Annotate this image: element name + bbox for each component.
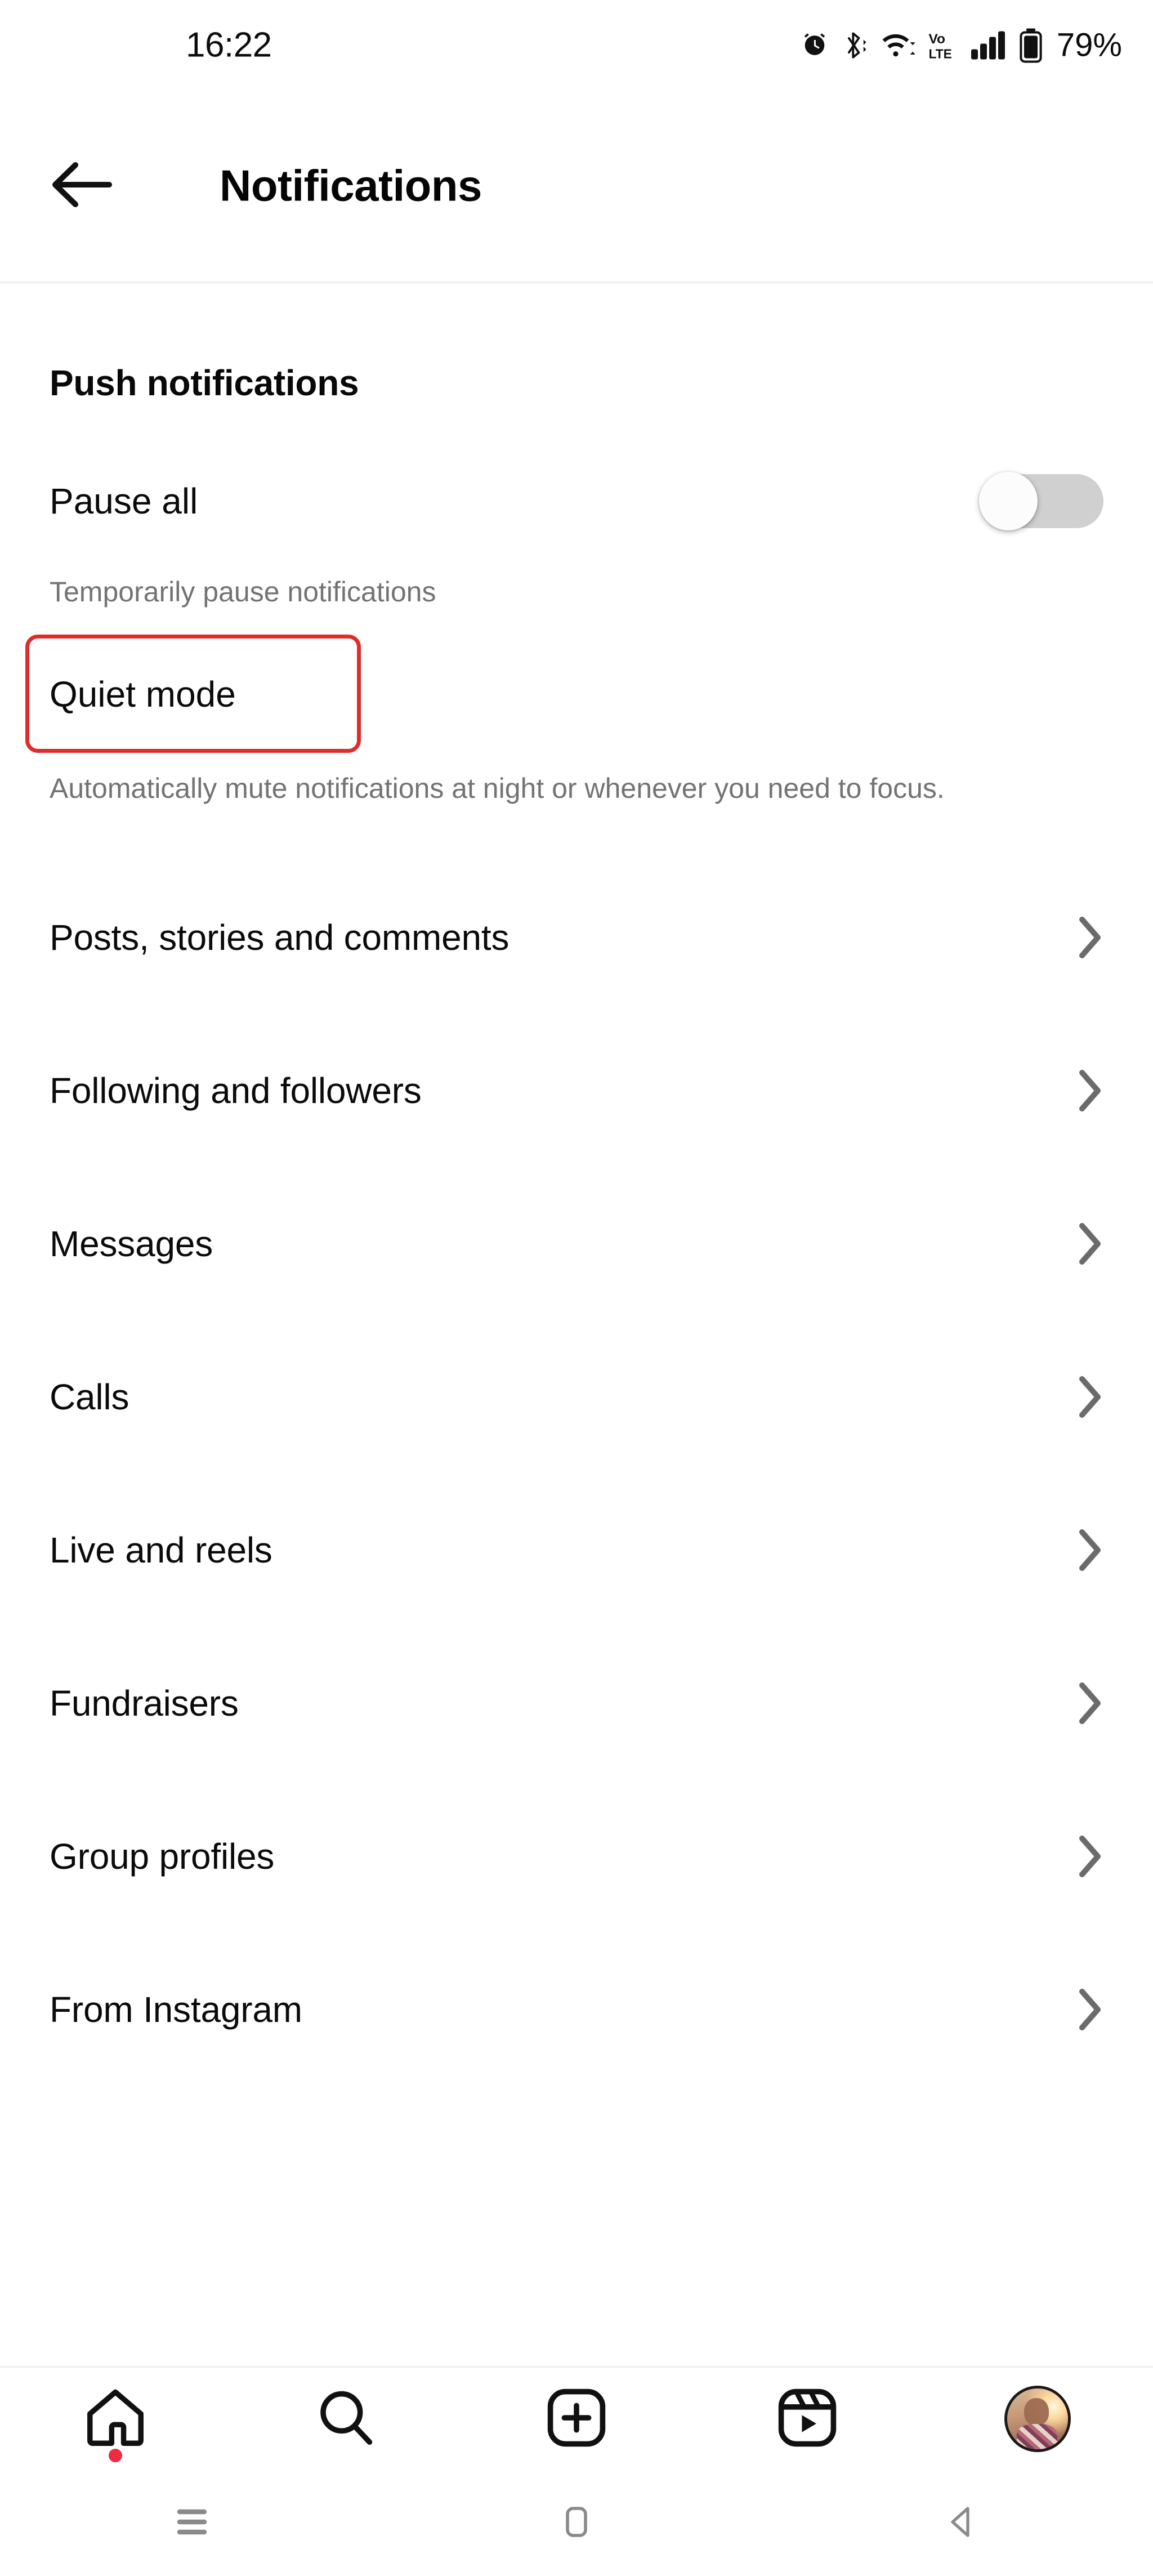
pause-all-row[interactable]: Pause all <box>0 472 1153 530</box>
back-button[interactable] <box>45 149 118 222</box>
list-item-label: Posts, stories and comments <box>50 917 510 958</box>
battery-percent-label: 79% <box>1056 26 1122 64</box>
bottom-navigation-bar <box>0 2368 1153 2470</box>
signal-icon <box>970 30 1007 60</box>
list-item[interactable]: Posts, stories and comments <box>0 861 1153 1014</box>
phone-screen: 16:22 Vo LTE 79% Notifications Push noti… <box>0 0 1153 2576</box>
bottom-nav-profile[interactable] <box>922 2368 1153 2470</box>
avatar <box>1004 2386 1071 2452</box>
pause-all-toggle[interactable] <box>979 472 1103 530</box>
list-item[interactable]: Calls <box>0 1320 1153 1474</box>
list-item[interactable]: Live and reels <box>0 1474 1153 1627</box>
svg-text:LTE: LTE <box>928 46 951 61</box>
page-title: Notifications <box>220 160 482 211</box>
avatar-torso <box>1017 2423 1057 2449</box>
list-item-label: Messages <box>50 1224 213 1264</box>
wifi-icon <box>881 30 915 60</box>
list-item[interactable]: Fundraisers <box>0 1627 1153 1780</box>
list-item[interactable]: Following and followers <box>0 1014 1153 1167</box>
list-item[interactable]: Messages <box>0 1167 1153 1320</box>
bottom-nav-search[interactable] <box>231 2368 462 2470</box>
chevron-right-icon <box>1078 1681 1103 1726</box>
battery-icon <box>1020 28 1042 62</box>
quiet-mode-row[interactable]: Quiet mode <box>50 639 1103 749</box>
list-item-label: Following and followers <box>50 1070 422 1111</box>
quiet-mode-label: Quiet mode <box>50 673 236 715</box>
status-bar-clock: 16:22 <box>186 25 272 65</box>
chevron-right-icon <box>1078 915 1103 960</box>
section-title-push-notifications: Push notifications <box>50 363 359 403</box>
app-header: Notifications <box>0 90 1153 282</box>
sysnav-home-button[interactable] <box>385 2470 769 2576</box>
chevron-right-icon <box>1078 1221 1103 1266</box>
avatar-face <box>1024 2398 1049 2425</box>
pause-all-helper-text: Temporarily pause notifications <box>50 576 436 608</box>
home-square-icon <box>555 2501 598 2546</box>
search-icon <box>314 2386 377 2452</box>
sysnav-back-button[interactable] <box>768 2470 1153 2576</box>
volte-icon: Vo LTE <box>927 29 958 61</box>
reels-icon <box>776 2386 839 2452</box>
list-item-label: Fundraisers <box>50 1683 239 1724</box>
android-system-nav <box>0 2470 1153 2576</box>
home-icon <box>82 2385 149 2454</box>
chevron-right-icon <box>1078 1528 1103 1573</box>
settings-content: Push notifications Pause all Temporarily… <box>0 283 1153 2086</box>
bluetooth-icon <box>842 29 869 61</box>
list-item-label: Group profiles <box>50 1836 275 1877</box>
svg-text:Vo: Vo <box>928 32 945 47</box>
back-arrow-icon <box>51 160 113 212</box>
sysnav-recents-button[interactable] <box>0 2470 385 2576</box>
recents-icon <box>171 2501 213 2546</box>
bottom-nav-create[interactable] <box>461 2368 692 2470</box>
home-notification-badge <box>108 2449 122 2462</box>
notification-category-list: Posts, stories and comments Following an… <box>0 861 1153 2086</box>
toggle-knob <box>979 472 1038 530</box>
list-item-label: From Instagram <box>50 1989 302 2030</box>
quiet-mode-section: Quiet mode <box>0 635 1153 753</box>
chevron-right-icon <box>1078 1068 1103 1113</box>
chevron-right-icon <box>1078 1834 1103 1879</box>
alarm-icon <box>800 30 829 60</box>
chevron-right-icon <box>1078 1374 1103 1419</box>
chevron-right-icon <box>1078 1987 1103 2032</box>
status-bar-icons: Vo LTE 79% <box>800 26 1122 64</box>
list-item-label: Live and reels <box>50 1530 272 1570</box>
list-item-label: Calls <box>50 1377 129 1417</box>
list-item[interactable]: From Instagram <box>0 1933 1153 2086</box>
bottom-nav-home[interactable] <box>0 2368 231 2470</box>
bottom-nav-reels[interactable] <box>692 2368 923 2470</box>
list-item[interactable]: Group profiles <box>0 1780 1153 1933</box>
pause-all-label: Pause all <box>50 481 198 521</box>
quiet-mode-description: Automatically mute notifications at nigh… <box>50 773 945 804</box>
back-triangle-icon <box>940 2501 982 2546</box>
plus-square-icon <box>545 2386 608 2452</box>
status-bar: 16:22 Vo LTE 79% <box>0 0 1153 90</box>
